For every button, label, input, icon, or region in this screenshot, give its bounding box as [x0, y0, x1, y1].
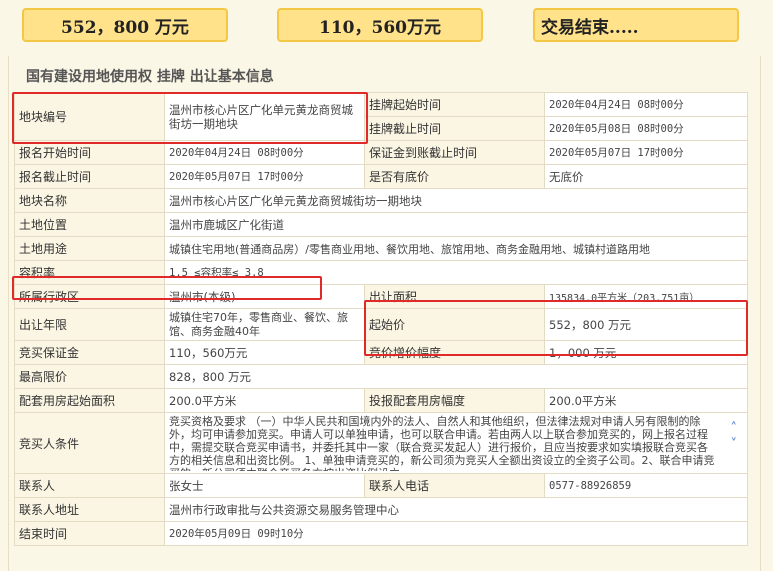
listing-end-label: 挂牌截止时间 — [364, 116, 545, 141]
parcel-name-value: 温州市核心片区广化单元黄龙商贸城街坊一期地块 — [164, 188, 748, 213]
deposit-deadline-value: 2020年05月07日 17时00分 — [544, 140, 748, 165]
parcel-no-value: 温州市核心片区广化单元黄龙商贸城街坊一期地块 — [164, 92, 365, 141]
table-row: 报名开始时间 2020年04月24日 08时00分 保证金到账截止时间 2020… — [14, 140, 748, 165]
frame-right-border — [760, 56, 761, 571]
table-row: 出让年限 城镇住宅70年，零售商业、餐饮、旅馆、商务金融40年 起始价 552，… — [14, 308, 748, 341]
increment-value: 1，000 万元 — [544, 340, 748, 365]
table-row: 竞买保证金 110，560万元 竞价增价幅度 1，000 万元 — [14, 340, 748, 365]
max-price-value: 828，800 万元 — [164, 364, 748, 389]
chevron-up-icon[interactable]: ˄ — [731, 422, 738, 435]
parcel-no-label: 地块编号 — [14, 92, 165, 141]
reg-start-value: 2020年04月24日 08时00分 — [164, 140, 365, 165]
frame-left-border — [8, 56, 9, 571]
increment-label: 竞价增价幅度 — [364, 340, 545, 365]
reg-start-label: 报名开始时间 — [14, 140, 165, 165]
reserve-label: 是否有底价 — [364, 164, 545, 189]
reserve-value: 无底价 — [544, 164, 748, 189]
bidder-conditions-scrollbox[interactable]: 竞买资格及要求 （一）中华人民共和国境内外的法人、自然人和其他组织，但法律法规对… — [169, 415, 743, 471]
district-value: 温州市(本级) — [164, 284, 365, 309]
chevron-down-icon[interactable]: ˅ — [731, 438, 738, 451]
address-label: 联系人地址 — [14, 497, 165, 522]
table-row: 容积率 1.5 ≤容积率≤ 3.8 — [14, 260, 748, 285]
bid-deposit-label: 竞买保证金 — [14, 340, 165, 365]
table-row: 最高限价 828，800 万元 — [14, 364, 748, 389]
term-cell: 城镇住宅70年，零售商业、餐饮、旅馆、商务金融40年 — [164, 308, 365, 341]
land-use-value: 城镇住宅用地(普通商品房）/零售商业用地、餐饮用地、旅馆用地、商务金融用地、城镇… — [164, 236, 748, 261]
start-price-label: 起始价 — [364, 308, 545, 341]
phone-label: 联系人电话 — [364, 473, 545, 498]
table-row: 所属行政区 温州市(本级) 出让面积 135834.0平方米（203.751亩） — [14, 284, 748, 309]
contact-label: 联系人 — [14, 473, 165, 498]
reg-end-value: 2020年05月07日 17时00分 — [164, 164, 365, 189]
end-time-label: 结束时间 — [14, 521, 165, 546]
land-info-table: 地块编号 温州市核心片区广化单元黄龙商贸城街坊一期地块 挂牌起始时间 2020年… — [14, 92, 748, 546]
listing-start-label: 挂牌起始时间 — [364, 92, 545, 117]
term-label: 出让年限 — [14, 308, 165, 341]
table-row: 结束时间 2020年05月09日 09时10分 — [14, 521, 748, 546]
bid-deposit-value: 110，560万元 — [164, 340, 365, 365]
far-label: 容积率 — [14, 260, 165, 285]
parcel-name-label: 地块名称 — [14, 188, 165, 213]
table-row: 联系人 张女士 联系人电话 0577-88926859 — [14, 473, 748, 498]
status-pill: 交易结束..... — [533, 8, 739, 42]
listing-start-value: 2020年04月24日 08时00分 — [544, 92, 748, 117]
table-row: 报名截止时间 2020年05月07日 17时00分 是否有底价 无底价 — [14, 164, 748, 189]
location-label: 土地位置 — [14, 212, 165, 237]
table-row: 配套用房起始面积 200.0平方米 投报配套用房幅度 200.0平方米 — [14, 388, 748, 413]
table-row: 竞买人条件 竞买资格及要求 （一）中华人民共和国境内外的法人、自然人和其他组织，… — [14, 412, 748, 474]
bidder-conditions-text: 竞买资格及要求 （一）中华人民共和国境内外的法人、自然人和其他组织，但法律法规对… — [169, 415, 715, 471]
table-row: 土地用途 城镇住宅用地(普通商品房）/零售商业用地、餐饮用地、旅馆用地、商务金融… — [14, 236, 748, 261]
land-use-label: 土地用途 — [14, 236, 165, 261]
housing-start-value: 200.0平方米 — [164, 388, 365, 413]
housing-increment-label: 投报配套用房幅度 — [364, 388, 545, 413]
table-row: 地块编号 温州市核心片区广化单元黄龙商贸城街坊一期地块 挂牌起始时间 2020年… — [14, 92, 748, 141]
district-label: 所属行政区 — [14, 284, 165, 309]
phone-value: 0577-88926859 — [544, 473, 748, 498]
term-value: 城镇住宅70年，零售商业、餐饮、旅馆、商务金融40年 — [169, 310, 348, 338]
address-value: 温州市行政审批与公共资源交易服务管理中心 — [164, 497, 748, 522]
deposit-deadline-label: 保证金到账截止时间 — [364, 140, 545, 165]
housing-increment-value: 200.0平方米 — [544, 388, 748, 413]
end-time-value: 2020年05月09日 09时10分 — [164, 521, 748, 546]
table-row: 地块名称 温州市核心片区广化单元黄龙商贸城街坊一期地块 — [14, 188, 748, 213]
listing-end-value: 2020年05月08日 08时00分 — [544, 116, 748, 141]
bidder-conditions-label: 竞买人条件 — [14, 412, 165, 474]
contact-value: 张女士 — [164, 473, 365, 498]
summary-bar: 552，800 万元 110，560万元 交易结束..... — [0, 0, 773, 52]
deposit-pill: 110，560万元 — [277, 8, 483, 42]
bidder-conditions-cell[interactable]: 竞买资格及要求 （一）中华人民共和国境内外的法人、自然人和其他组织，但法律法规对… — [164, 412, 748, 474]
far-value: 1.5 ≤容积率≤ 3.8 — [164, 260, 748, 285]
section-title: 国有建设用地使用权 挂牌 出让基本信息 — [26, 69, 274, 85]
table-row: 联系人地址 温州市行政审批与公共资源交易服务管理中心 — [14, 497, 748, 522]
max-price-label: 最高限价 — [14, 364, 165, 389]
housing-start-label: 配套用房起始面积 — [14, 388, 165, 413]
start-price-value: 552，800 万元 — [544, 308, 748, 341]
table-row: 土地位置 温州市鹿城区广化街道 — [14, 212, 748, 237]
location-value: 温州市鹿城区广化街道 — [164, 212, 748, 237]
area-label: 出让面积 — [364, 284, 545, 309]
start-price-pill: 552，800 万元 — [22, 8, 228, 42]
reg-end-label: 报名截止时间 — [14, 164, 165, 189]
area-value: 135834.0平方米（203.751亩） — [544, 284, 748, 309]
